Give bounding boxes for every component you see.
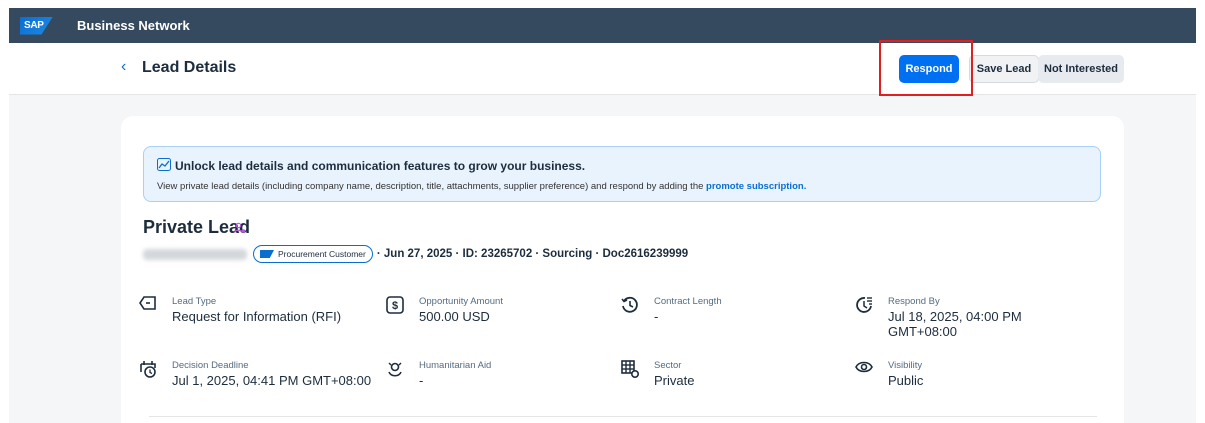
brand-title: Business Network: [77, 18, 190, 33]
field-label: Respond By: [888, 296, 940, 307]
lead-meta: Procurement Customer · Jun 27, 2025 · ID…: [143, 244, 688, 264]
field-value: Request for Information (RFI): [172, 309, 342, 324]
field-value: Private: [654, 373, 695, 388]
lead-card: Unlock lead details and communication fe…: [121, 116, 1124, 423]
page-header: ‹ Lead Details Respond Save Lead Not Int…: [9, 43, 1196, 95]
sap-badge-icon: [260, 250, 274, 258]
aid-icon: [385, 360, 405, 383]
highlight-annotation-box: [879, 40, 973, 96]
screenshot-border-left: [0, 0, 9, 423]
field-label: Decision Deadline: [172, 360, 249, 371]
svg-text:$: $: [392, 300, 398, 312]
shell-bar: SAP Business Network: [9, 8, 1196, 43]
screenshot-border-top: [0, 0, 1205, 8]
field-label: Visibility: [888, 360, 923, 371]
lead-meta-text: · Jun 27, 2025 · ID: 23265702 · Sourcing…: [376, 248, 689, 260]
field-label: Opportunity Amount: [419, 296, 503, 307]
field-label: Lead Type: [172, 296, 217, 307]
field-value: Jul 1, 2025, 04:41 PM GMT+08:00: [172, 373, 372, 388]
sector-icon: [620, 360, 640, 383]
growth-icon: [157, 158, 171, 174]
page-title: Lead Details: [142, 59, 237, 76]
procurement-customer-badge: Procurement Customer: [253, 245, 373, 263]
eye-icon: [854, 360, 874, 379]
banner-period: .: [803, 181, 807, 192]
field-label: Humanitarian Aid: [419, 360, 492, 371]
section-divider: [149, 416, 1097, 417]
field-label: Contract Length: [654, 296, 722, 307]
field-value: -: [654, 309, 659, 324]
respond-by-icon: [854, 296, 874, 319]
save-lead-button[interactable]: Save Lead: [969, 55, 1039, 83]
lead-type-icon: [138, 296, 158, 315]
field-value: 500.00 USD: [419, 309, 490, 324]
field-label: Sector: [654, 360, 682, 371]
money-icon: $: [385, 296, 405, 319]
field-value-timezone: GMT+08:00: [888, 324, 958, 339]
screenshot-border-right: [1196, 0, 1205, 423]
upgrade-banner: Unlock lead details and communication fe…: [143, 146, 1101, 202]
banner-body: View private lead details (including com…: [157, 181, 704, 192]
promote-subscription-link[interactable]: promote subscription: [706, 181, 804, 192]
buyer-name-blurred: [143, 248, 247, 260]
calendar-clock-icon: [138, 360, 158, 383]
not-interested-button[interactable]: Not Interested: [1038, 55, 1124, 83]
banner-text: View private lead details (including com…: [157, 181, 806, 192]
sap-logo[interactable]: SAP: [20, 16, 53, 35]
back-icon[interactable]: ‹: [121, 58, 126, 76]
field-value: -: [419, 373, 424, 388]
badge-label: Procurement Customer: [278, 249, 366, 259]
field-value: Public: [888, 373, 924, 388]
field-value: Jul 18, 2025, 04:00 PM: [888, 309, 1022, 324]
private-person-icon: [234, 222, 246, 237]
banner-title: Unlock lead details and communication fe…: [175, 159, 586, 173]
history-icon: [620, 296, 640, 319]
